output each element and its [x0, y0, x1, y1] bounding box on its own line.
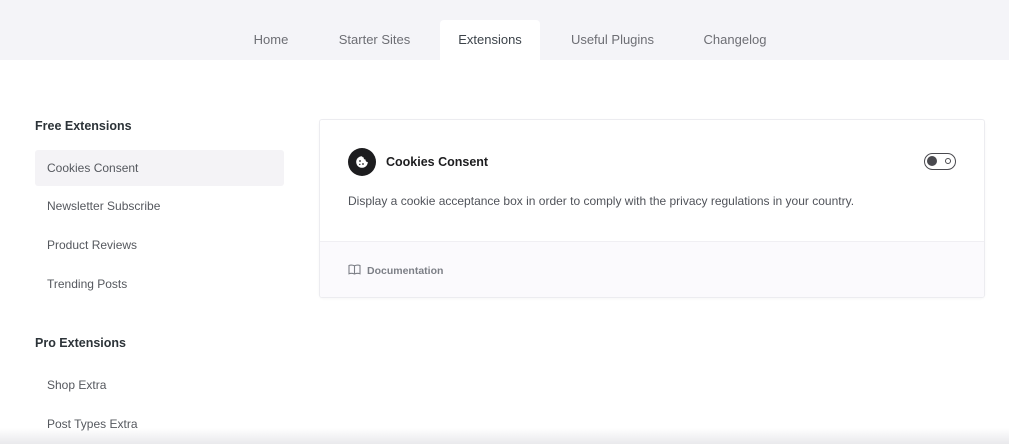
card-footer: Documentation [320, 241, 984, 297]
sidebar-item-cookies-consent[interactable]: Cookies Consent [35, 150, 284, 186]
tab-extensions[interactable]: Extensions [440, 20, 540, 60]
sidebar-item-trending-posts[interactable]: Trending Posts [35, 266, 284, 302]
tab-home[interactable]: Home [238, 20, 304, 60]
sidebar-item-newsletter-subscribe[interactable]: Newsletter Subscribe [35, 188, 284, 224]
pro-extensions-title: Pro Extensions [35, 336, 126, 350]
tab-useful-plugins[interactable]: Useful Plugins [560, 20, 665, 60]
book-icon [348, 264, 361, 278]
documentation-label: Documentation [367, 265, 444, 277]
scroll-shadow [0, 428, 1009, 444]
sidebar-item-shop-extra[interactable]: Shop Extra [35, 367, 284, 403]
sidebar-item-product-reviews[interactable]: Product Reviews [35, 227, 284, 263]
toggle-off-indicator [945, 158, 951, 164]
top-tab-bar: Home Starter Sites Extensions Useful Plu… [0, 0, 1009, 60]
cookie-icon [348, 148, 376, 176]
tab-starter-sites[interactable]: Starter Sites [326, 20, 423, 60]
free-extensions-title: Free Extensions [35, 119, 132, 133]
tab-changelog[interactable]: Changelog [690, 20, 780, 60]
documentation-link[interactable]: Documentation [348, 264, 443, 278]
extension-card: Cookies Consent Display a cookie accepta… [319, 119, 985, 298]
extension-toggle[interactable] [924, 153, 956, 170]
card-description: Display a cookie acceptance box in order… [348, 194, 855, 208]
card-title: Cookies Consent [386, 155, 489, 169]
toggle-knob [927, 156, 937, 166]
